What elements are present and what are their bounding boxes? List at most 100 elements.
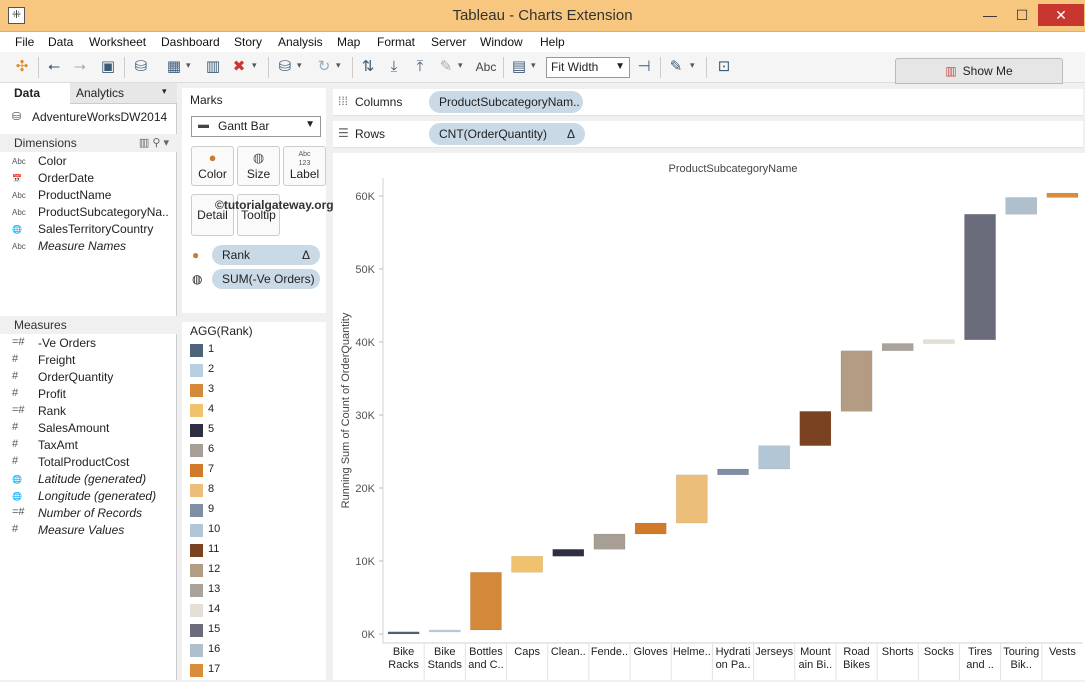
measures-field[interactable]: # OrderQuantity bbox=[0, 370, 177, 387]
menu-file[interactable]: File bbox=[15, 35, 34, 49]
annotate-pen-icon[interactable]: ✎ bbox=[666, 58, 686, 77]
data-source[interactable]: ⛁ AdventureWorksDW2014 bbox=[12, 110, 167, 124]
legend-swatch bbox=[190, 404, 203, 417]
menu-map[interactable]: Map bbox=[337, 35, 360, 49]
legend-item[interactable]: 5 bbox=[190, 422, 320, 442]
legend-swatch bbox=[190, 624, 203, 637]
legend-item[interactable]: 9 bbox=[190, 502, 320, 522]
x-tick-label: Vests bbox=[1049, 646, 1076, 658]
dimensions-field[interactable]: 📅 OrderDate bbox=[0, 171, 177, 188]
chevron-down-icon[interactable]: ▾ bbox=[458, 60, 463, 71]
measures-field[interactable]: # Measure Values bbox=[0, 523, 177, 540]
chevron-down-icon[interactable]: ▾ bbox=[252, 60, 257, 71]
legend-swatch bbox=[190, 484, 203, 497]
dimensions-field[interactable]: Abc Color bbox=[0, 154, 177, 171]
sort-descending-icon[interactable]: ⤒ bbox=[410, 58, 430, 77]
legend-item[interactable]: 16 bbox=[190, 642, 320, 662]
minimize-button[interactable]: — bbox=[975, 4, 1005, 26]
columns-pill[interactable]: ProductSubcategoryNam.. bbox=[429, 91, 583, 113]
legend-item[interactable]: 12 bbox=[190, 562, 320, 582]
close-button[interactable]: ✕ bbox=[1038, 4, 1084, 26]
clear-sheet-icon[interactable]: ✖ bbox=[229, 58, 249, 77]
chevron-down-icon[interactable]: ▾ bbox=[336, 60, 341, 71]
measures-field[interactable]: =# Number of Records bbox=[0, 506, 177, 523]
new-data-source-icon[interactable]: ⛁ bbox=[131, 58, 151, 77]
size-pill[interactable]: ◍ SUM(-Ve Orders) bbox=[192, 269, 320, 289]
legend-item[interactable]: 13 bbox=[190, 582, 320, 602]
measures-field[interactable]: 🌐 Latitude (generated) bbox=[0, 472, 177, 489]
legend-item[interactable]: 17 bbox=[190, 662, 320, 682]
search-icon[interactable]: ▥ ⚲ ▾ bbox=[139, 136, 169, 149]
measures-field[interactable]: # SalesAmount bbox=[0, 421, 177, 438]
bar-chart-icon[interactable]: ▤ bbox=[509, 58, 529, 77]
menu-format[interactable]: Format bbox=[377, 35, 415, 49]
legend-item[interactable]: 2 bbox=[190, 362, 320, 382]
legend-item[interactable]: 15 bbox=[190, 622, 320, 642]
legend-item[interactable]: 4 bbox=[190, 402, 320, 422]
measures-field[interactable]: # TaxAmt bbox=[0, 438, 177, 455]
tab-data[interactable]: Data bbox=[0, 83, 70, 104]
x-tick-label: Mount bbox=[800, 646, 831, 658]
legend-item[interactable]: 3 bbox=[190, 382, 320, 402]
fix-axes-icon[interactable]: ⊣ bbox=[634, 58, 654, 77]
dimensions-field[interactable]: Abc ProductName bbox=[0, 188, 177, 205]
size-button[interactable]: ◍ Size bbox=[237, 146, 280, 186]
new-worksheet-icon[interactable]: ▦ bbox=[164, 58, 184, 77]
measures-field[interactable]: 🌐 Longitude (generated) bbox=[0, 489, 177, 506]
color-button[interactable]: ● Color bbox=[191, 146, 234, 186]
tableau-logo-icon[interactable]: ✣ bbox=[12, 58, 32, 77]
chevron-down-icon[interactable]: ▾ bbox=[162, 86, 167, 97]
menu-analysis[interactable]: Analysis bbox=[278, 35, 323, 49]
dimensions-field[interactable]: 🌐 SalesTerritoryCountry bbox=[0, 222, 177, 239]
dimensions-field[interactable]: Abc ProductSubcategoryNa.. bbox=[0, 205, 177, 222]
show-me-button[interactable]: ▥ Show Me bbox=[895, 58, 1063, 84]
measures-field[interactable]: =# Rank bbox=[0, 404, 177, 421]
highlight-icon[interactable]: ✎ bbox=[436, 58, 456, 77]
measures-field[interactable]: # TotalProductCost bbox=[0, 455, 177, 472]
redo-icon[interactable]: ⭢ bbox=[70, 58, 90, 77]
menu-story[interactable]: Story bbox=[234, 35, 262, 49]
undo-icon[interactable]: ⭠ bbox=[44, 58, 64, 77]
pause-updates-icon[interactable]: ⛁ bbox=[275, 58, 295, 77]
fit-width-select[interactable]: Fit Width ▼ bbox=[546, 57, 630, 78]
rank-color-pill[interactable]: ● Rank Δ bbox=[192, 245, 320, 265]
measures-field[interactable]: # Freight bbox=[0, 353, 177, 370]
rows-pill[interactable]: CNT(OrderQuantity) Δ bbox=[429, 123, 585, 145]
label-button[interactable]: Abc 123 Label bbox=[283, 146, 326, 186]
chevron-down-icon[interactable]: ▾ bbox=[690, 60, 695, 71]
legend-item[interactable]: 1 bbox=[190, 342, 320, 362]
menu-help[interactable]: Help bbox=[540, 35, 565, 49]
refresh-icon[interactable]: ↻ bbox=[314, 58, 334, 77]
legend-item[interactable]: 14 bbox=[190, 602, 320, 622]
menu-dashboard[interactable]: Dashboard bbox=[161, 35, 220, 49]
dimensions-field[interactable]: Abc Measure Names bbox=[0, 239, 177, 256]
menu-worksheet[interactable]: Worksheet bbox=[89, 35, 146, 49]
legend-item[interactable]: 7 bbox=[190, 462, 320, 482]
show-labels-button[interactable]: Abc bbox=[474, 58, 498, 77]
legend-item[interactable]: 11 bbox=[190, 542, 320, 562]
measures-field[interactable]: # Profit bbox=[0, 387, 177, 404]
duplicate-sheet-icon[interactable]: ▥ bbox=[203, 58, 223, 77]
chevron-down-icon[interactable]: ▾ bbox=[297, 60, 302, 71]
chevron-down-icon[interactable]: ▾ bbox=[186, 60, 191, 71]
measures-field[interactable]: =# -Ve Orders bbox=[0, 336, 177, 353]
legend-item[interactable]: 6 bbox=[190, 442, 320, 462]
menu-data[interactable]: Data bbox=[48, 35, 73, 49]
sort-ascending-icon[interactable]: ⤓ bbox=[384, 58, 404, 77]
save-icon[interactable]: ▣ bbox=[98, 58, 118, 77]
presentation-mode-icon[interactable]: ⊡ bbox=[714, 58, 734, 77]
menu-server[interactable]: Server bbox=[431, 35, 466, 49]
gantt-bar bbox=[634, 522, 667, 535]
legend-item[interactable]: 10 bbox=[190, 522, 320, 542]
legend-swatch bbox=[190, 644, 203, 657]
legend-label: 15 bbox=[208, 623, 221, 635]
tab-analytics[interactable]: Analytics bbox=[76, 86, 124, 100]
bar-chart-icon: ▥ bbox=[945, 64, 957, 78]
mark-type-select[interactable]: ▬ Gantt Bar ▼ bbox=[191, 116, 321, 137]
legend-item[interactable]: 8 bbox=[190, 482, 320, 502]
x-tick-label: Socks bbox=[924, 646, 954, 658]
menu-window[interactable]: Window bbox=[480, 35, 523, 49]
swap-rows-columns-icon[interactable]: ⇅ bbox=[358, 58, 378, 77]
chevron-down-icon[interactable]: ▾ bbox=[531, 60, 536, 71]
maximize-button[interactable]: ☐ bbox=[1008, 4, 1036, 26]
